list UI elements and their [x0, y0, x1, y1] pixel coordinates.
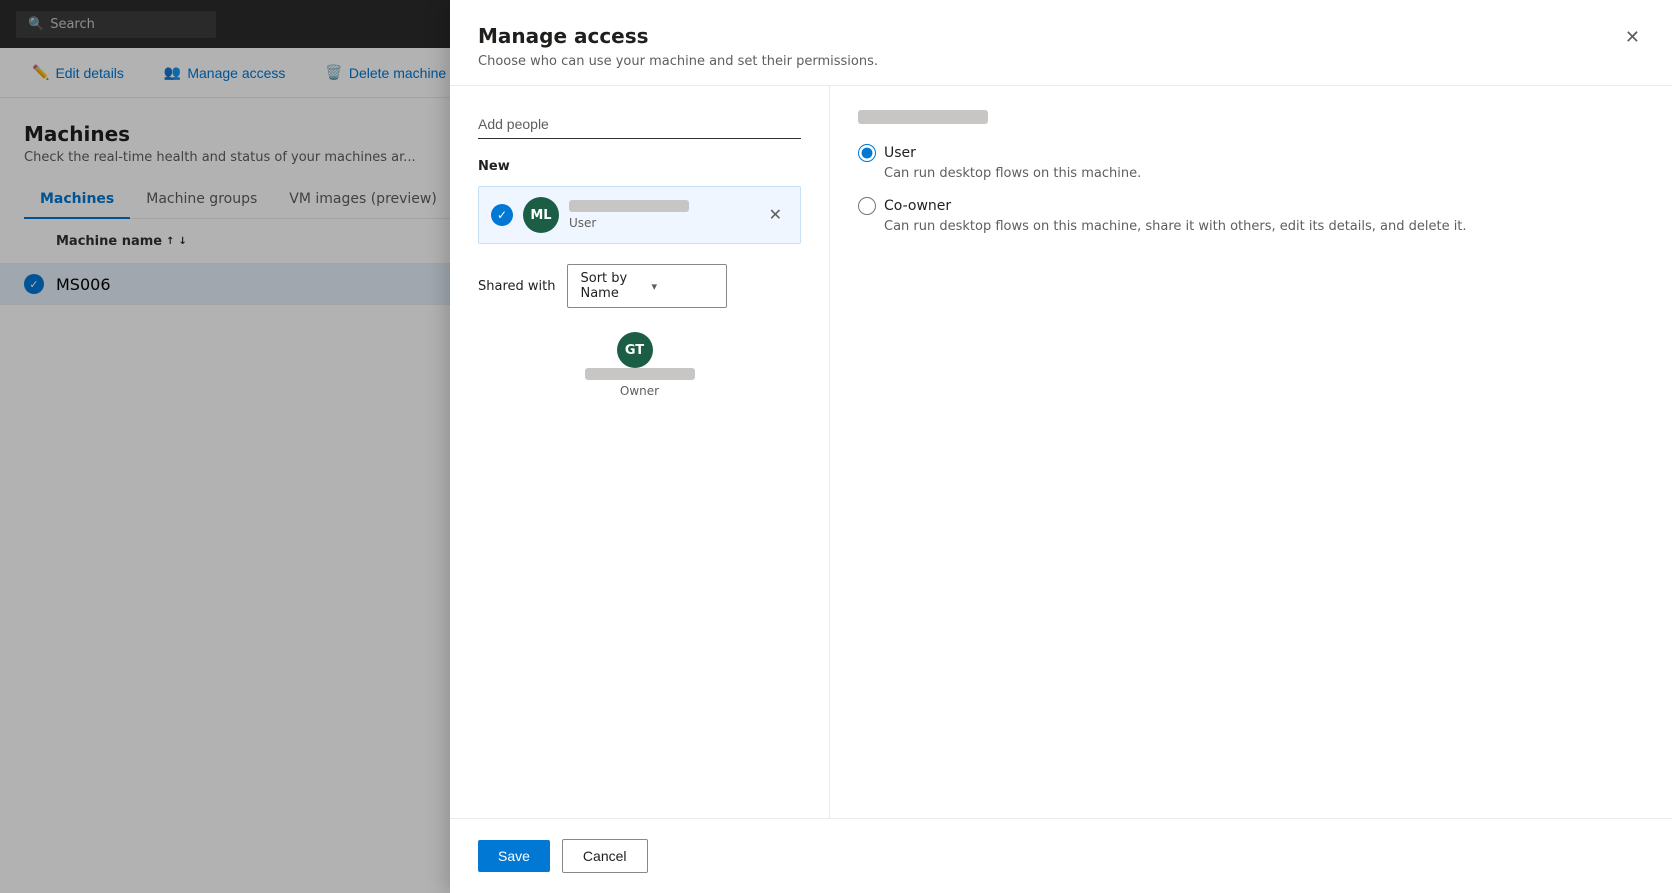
- modal-header: Manage access Choose who can use your ma…: [450, 0, 1672, 86]
- modal-body: New ✓ ML User ✕ Shared with Sort by Name…: [450, 86, 1672, 818]
- user-radio-desc: Can run desktop flows on this machine.: [884, 166, 1644, 181]
- user-selected-check: ✓: [491, 204, 513, 226]
- chevron-down-icon: ▾: [651, 280, 714, 293]
- shared-with-row: Shared with Sort by Name ▾: [478, 264, 801, 308]
- owner-avatar: GT: [617, 332, 653, 368]
- sort-by-label: Sort by Name: [580, 271, 643, 301]
- modal-subtitle: Choose who can use your machine and set …: [478, 54, 878, 69]
- modal-close-button[interactable]: ✕: [1621, 24, 1644, 50]
- selected-user-name-blurred: [858, 110, 988, 124]
- remove-user-button[interactable]: ✕: [763, 203, 788, 227]
- save-button[interactable]: Save: [478, 840, 550, 872]
- modal-footer: Save Cancel: [450, 818, 1672, 893]
- manage-access-modal: Manage access Choose who can use your ma…: [450, 0, 1672, 893]
- user-radio-label: User: [884, 145, 916, 161]
- new-user-item: ✓ ML User ✕: [478, 186, 801, 244]
- user-radio-option: User Can run desktop flows on this machi…: [858, 144, 1644, 181]
- cancel-button[interactable]: Cancel: [562, 839, 648, 873]
- sort-by-dropdown[interactable]: Sort by Name ▾: [567, 264, 727, 308]
- new-section-label: New: [478, 159, 801, 174]
- modal-right-panel: User Can run desktop flows on this machi…: [830, 86, 1672, 818]
- new-user-avatar: ML: [523, 197, 559, 233]
- owner-item: GT Owner: [478, 324, 801, 406]
- new-user-info: User: [569, 200, 763, 230]
- coowner-radio-desc: Can run desktop flows on this machine, s…: [884, 219, 1644, 234]
- new-user-name-blurred: [569, 200, 689, 212]
- coowner-radio-option: Co-owner Can run desktop flows on this m…: [858, 197, 1644, 234]
- modal-overlay: [0, 0, 450, 893]
- modal-title: Manage access: [478, 24, 878, 48]
- coowner-radio-input[interactable]: [858, 197, 876, 215]
- modal-left-panel: New ✓ ML User ✕ Shared with Sort by Name…: [450, 86, 830, 818]
- coowner-radio-label: Co-owner: [884, 198, 951, 214]
- owner-name-blurred: [585, 368, 695, 380]
- shared-with-label: Shared with: [478, 279, 555, 294]
- owner-role: Owner: [620, 384, 659, 398]
- permission-radio-group: User Can run desktop flows on this machi…: [858, 144, 1644, 250]
- user-radio-input[interactable]: [858, 144, 876, 162]
- add-people-input[interactable]: [478, 110, 801, 139]
- new-user-role: User: [569, 216, 763, 230]
